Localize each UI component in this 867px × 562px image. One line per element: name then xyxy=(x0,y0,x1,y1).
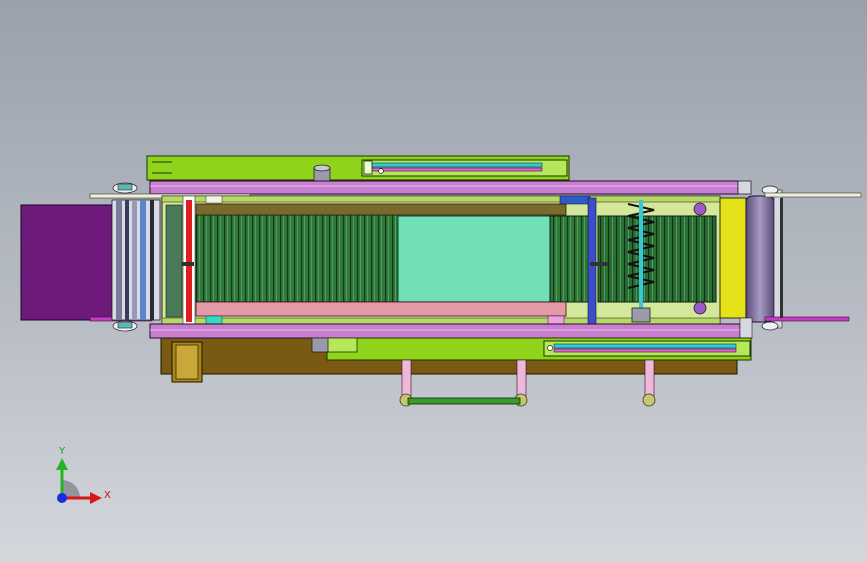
right-sprocket-bottom xyxy=(693,301,707,315)
top-sensor-mount[interactable] xyxy=(313,164,331,183)
left-roller-assembly[interactable] xyxy=(111,182,161,332)
support-leg-3[interactable] xyxy=(642,359,656,407)
coordinate-triad: Y X xyxy=(56,446,111,504)
right-sprocket-top xyxy=(693,202,707,216)
left-drive-shaft[interactable] xyxy=(165,195,196,325)
crossbar-pipe[interactable] xyxy=(407,397,521,405)
outfeed-yellow-block[interactable] xyxy=(719,197,747,319)
upper-rail[interactable] xyxy=(149,180,752,195)
inspection-window[interactable] xyxy=(397,215,551,303)
z-axis-dot-icon xyxy=(57,493,67,503)
y-axis-label: Y xyxy=(58,446,66,457)
outfeed-drum[interactable] xyxy=(745,185,783,331)
bottom-pneumatic-cylinder[interactable] xyxy=(543,340,751,357)
x-axis-label: X xyxy=(104,490,111,501)
model-viewport[interactable] xyxy=(0,0,867,562)
bottom-sensor-mount[interactable] xyxy=(311,337,329,353)
top-pneumatic-cylinder[interactable] xyxy=(361,159,568,177)
